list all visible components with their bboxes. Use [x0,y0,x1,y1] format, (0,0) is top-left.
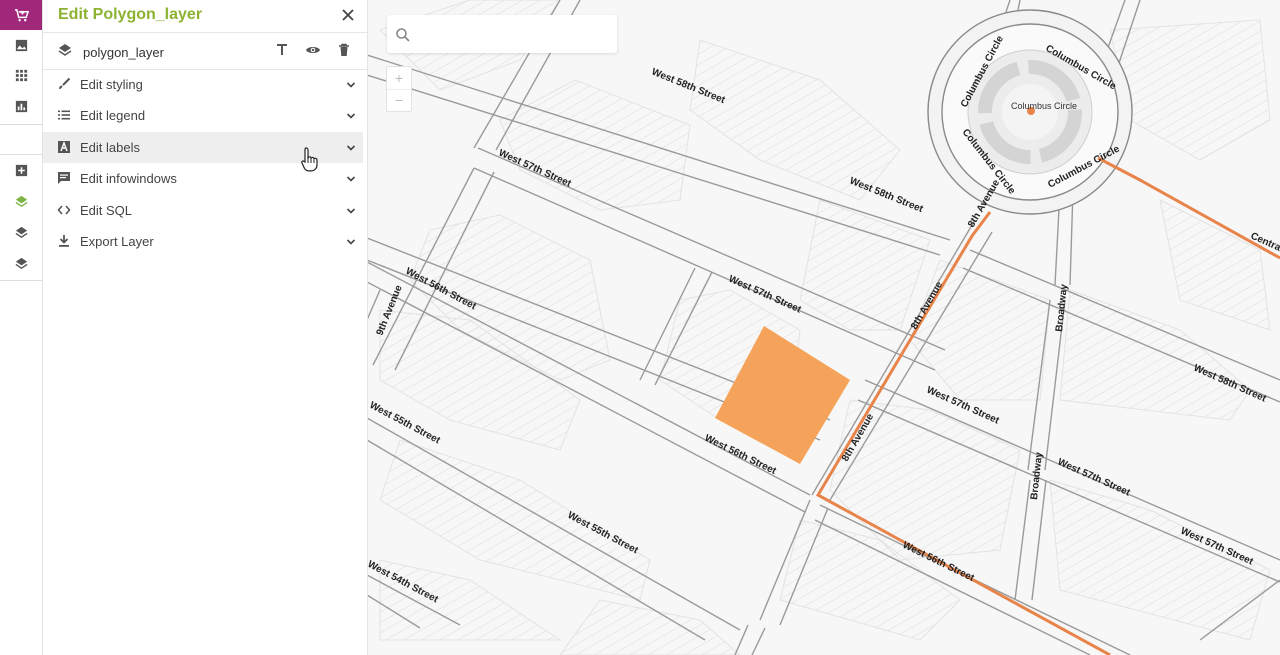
menu-edit-sql[interactable]: Edit SQL [43,195,363,226]
charts-button[interactable] [0,92,42,120]
chevron-down-icon [346,113,356,119]
images-button[interactable] [0,31,42,59]
trash-icon[interactable] [336,42,352,58]
menu-edit-legend[interactable]: Edit legend [43,100,363,131]
place-label: Columbus Circle [1011,101,1077,111]
label-icon [58,141,70,153]
panel-title: Edit Polygon_layer [58,6,203,23]
icon-rail [0,0,43,655]
chevron-down-icon [346,208,356,214]
zoom-in-button[interactable]: + [387,67,411,90]
layers-icon [14,226,28,238]
layer-button[interactable] [0,218,42,246]
menu-label: Edit labels [80,140,140,155]
search-icon [396,28,410,42]
search-input[interactable] [417,23,611,47]
brush-icon [59,77,71,89]
chevron-down-icon [346,82,356,88]
text-icon[interactable] [274,42,290,58]
layer-button-active[interactable] [0,187,42,215]
layer-name: polygon_layer [83,45,164,60]
menu-label: Edit styling [80,77,143,92]
rail-divider [0,124,42,125]
layers-icon [58,44,72,56]
menu-label: Export Layer [80,234,154,249]
layers-icon [14,195,28,207]
close-icon[interactable] [339,6,357,24]
menu-edit-styling[interactable]: Edit styling [43,69,363,100]
map-search-box[interactable] [387,15,617,53]
download-icon [59,235,69,247]
image-icon [15,39,27,51]
menu-label: Edit SQL [80,203,133,218]
menu-export-layer[interactable]: Export Layer [43,226,363,257]
edit-layer-panel: Edit Polygon_layer polygon_layer Edit st… [43,0,368,655]
rail-divider [0,154,42,155]
list-icon [58,110,70,120]
panel-header: Edit Polygon_layer [43,0,367,33]
rail-divider [0,280,42,281]
hand-cursor-icon [301,147,318,172]
layer-row: polygon_layer [43,33,367,70]
map-canvas[interactable]: West 58th Street West 58th Street West 5… [367,0,1280,655]
layers-icon [14,257,28,269]
zoom-control: + − [386,66,412,112]
layer-button[interactable] [0,249,42,277]
zoom-out-button[interactable]: − [387,89,411,111]
chevron-down-icon [346,176,356,182]
code-icon [57,205,71,215]
chevron-down-icon [346,239,356,245]
menu-label: Edit infowindows [80,171,177,186]
marketplace-button[interactable] [0,0,42,30]
chart-icon [15,100,27,112]
plus-box-icon [15,164,27,176]
comment-icon [58,172,70,184]
columbus-circle [927,9,1133,215]
grid-icon [15,69,27,81]
chevron-down-icon [346,145,356,151]
cart-icon [14,8,29,21]
menu-label: Edit legend [80,108,146,123]
add-layer-button[interactable] [0,156,42,184]
eye-icon[interactable] [305,42,321,58]
apps-button[interactable] [0,61,42,89]
